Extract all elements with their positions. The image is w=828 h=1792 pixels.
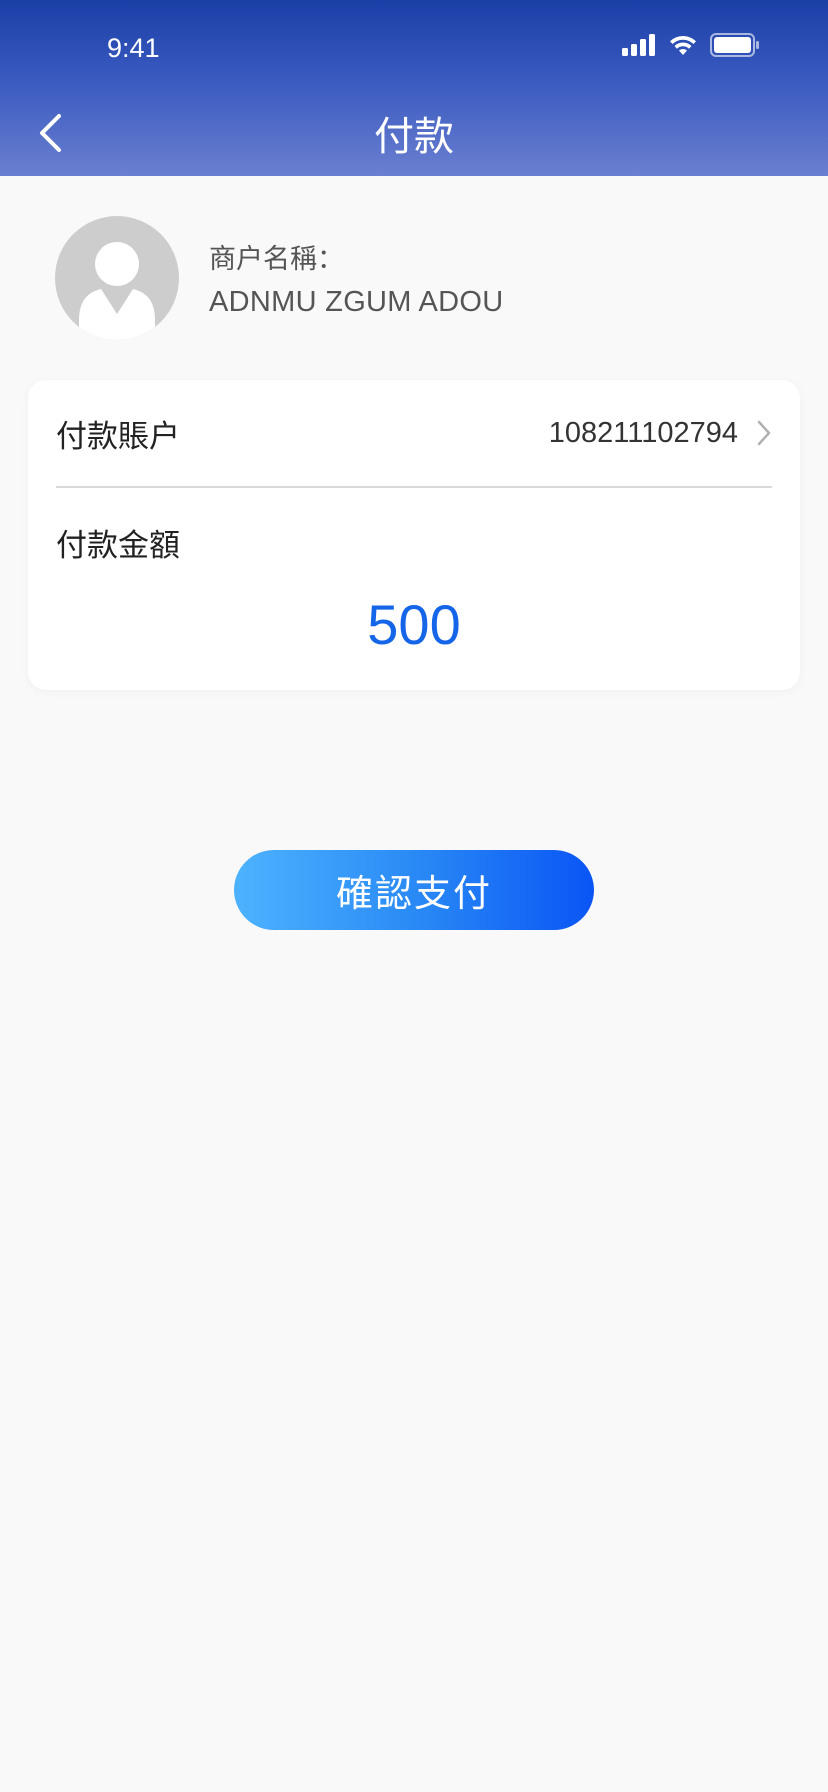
header-bar: 9:41 付款 bbox=[0, 0, 828, 176]
confirm-payment-button[interactable]: 確認支付 bbox=[234, 850, 594, 930]
merchant-label: 商户名稱： bbox=[209, 244, 344, 275]
payment-amount-value[interactable]: 500 bbox=[28, 592, 800, 657]
page-title: 付款 bbox=[374, 114, 454, 160]
status-time: 9:41 bbox=[107, 33, 160, 63]
signal-icon bbox=[622, 34, 655, 56]
payment-account-number: 108211102794 bbox=[548, 416, 738, 449]
payment-card: 付款賬户 108211102794 付款金額 500 bbox=[28, 380, 800, 690]
payment-account-row[interactable]: 付款賬户 108211102794 bbox=[56, 380, 772, 488]
payment-account-label: 付款賬户 bbox=[56, 418, 180, 455]
user-avatar-icon bbox=[55, 216, 179, 340]
merchant-name: ADNMU ZGUM ADOU bbox=[209, 286, 504, 318]
merchant-info: 商户名稱： ADNMU ZGUM ADOU bbox=[55, 216, 504, 340]
status-icons bbox=[622, 33, 760, 57]
payment-amount-label: 付款金額 bbox=[56, 528, 180, 564]
battery-icon bbox=[710, 33, 759, 57]
chevron-right-icon bbox=[757, 420, 771, 446]
wifi-icon bbox=[670, 35, 696, 55]
